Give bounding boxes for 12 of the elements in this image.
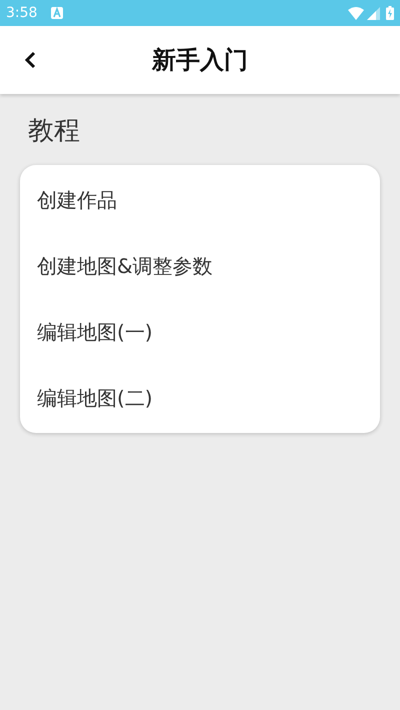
back-icon (24, 51, 36, 69)
tutorial-item[interactable]: 创建作品 (20, 167, 380, 233)
tutorial-item[interactable]: 编辑地图(二) (20, 365, 380, 431)
wifi-icon (348, 6, 364, 20)
notification-icon (51, 7, 64, 19)
battery-icon (386, 6, 394, 20)
signal-icon (367, 6, 380, 20)
tutorial-item[interactable]: 编辑地图(一) (20, 299, 380, 365)
section-title: 教程 (28, 115, 80, 148)
tutorial-item[interactable]: 创建地图&调整参数 (20, 233, 380, 299)
status-time: 3:58 (6, 4, 38, 22)
page-title: 新手入门 (152, 45, 248, 76)
